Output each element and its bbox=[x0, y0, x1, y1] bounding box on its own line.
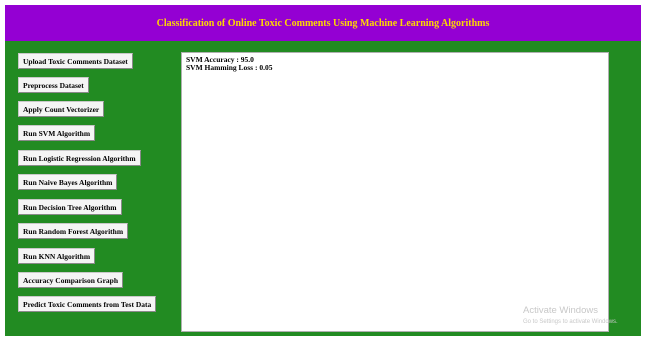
output-text-area[interactable]: SVM Accuracy : 95.0 SVM Hamming Loss : 0… bbox=[181, 52, 609, 332]
accuracy-graph-button[interactable]: Accuracy Comparison Graph bbox=[18, 272, 123, 288]
upload-dataset-button[interactable]: Upload Toxic Comments Dataset bbox=[18, 53, 133, 69]
watermark-title: Activate Windows bbox=[523, 305, 598, 316]
run-random-forest-button[interactable]: Run Random Forest Algorithm bbox=[18, 223, 129, 239]
run-naive-bayes-button[interactable]: Run Naive Bayes Algorithm bbox=[18, 174, 118, 190]
output-line-hamming-loss: SVM Hamming Loss : 0.05 bbox=[186, 63, 273, 72]
watermark-subtitle: Go to Settings to activate Windows. bbox=[523, 318, 618, 325]
title-bar: Classification of Online Toxic Comments … bbox=[5, 5, 641, 41]
run-svm-button[interactable]: Run SVM Algorithm bbox=[18, 125, 96, 141]
preprocess-dataset-button[interactable]: Preprocess Dataset bbox=[18, 77, 89, 93]
app-title: Classification of Online Toxic Comments … bbox=[156, 17, 490, 29]
predict-toxic-button[interactable]: Predict Toxic Comments from Test Data bbox=[18, 296, 157, 312]
activation-watermark: Activate Windows Go to Settings to activ… bbox=[523, 306, 618, 325]
app-window: Classification of Online Toxic Comments … bbox=[5, 5, 641, 336]
run-decision-tree-button[interactable]: Run Decision Tree Algorithm bbox=[18, 199, 122, 215]
run-logistic-regression-button[interactable]: Run Logistic Regression Algorithm bbox=[18, 150, 141, 166]
run-knn-button[interactable]: Run KNN Algorithm bbox=[18, 248, 96, 264]
count-vectorizer-button[interactable]: Apply Count Vectorizer bbox=[18, 101, 105, 117]
